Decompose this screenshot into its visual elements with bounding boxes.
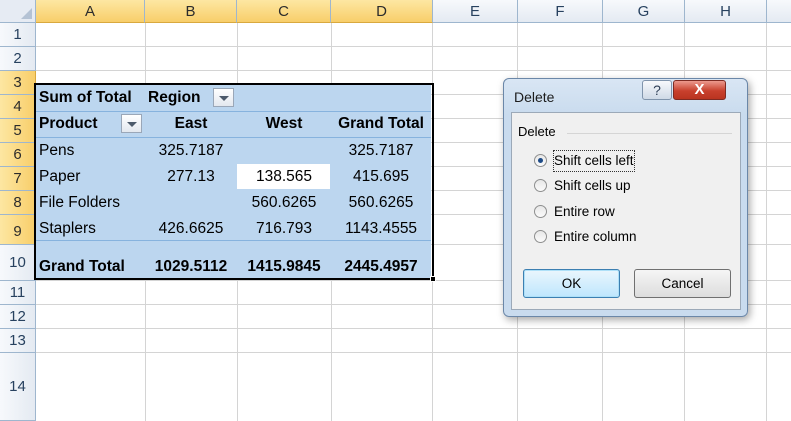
gridline <box>36 70 791 71</box>
pivot-cell-total[interactable]: 325.7187 <box>331 138 431 164</box>
close-button[interactable]: X <box>673 80 726 100</box>
pivot-cell-total[interactable]: 560.6265 <box>331 190 431 216</box>
row-header-2[interactable]: 2 <box>0 47 36 71</box>
radio-button[interactable] <box>534 230 547 243</box>
radio-label[interactable]: Shift cells up <box>554 176 631 196</box>
pivot-cell-west[interactable]: 560.6265 <box>237 190 331 216</box>
column-header-g[interactable]: G <box>603 0 685 23</box>
radio-button[interactable] <box>534 179 547 192</box>
gridline <box>36 328 791 329</box>
cancel-button[interactable]: Cancel <box>634 269 731 298</box>
row-header-14[interactable]: 14 <box>0 353 36 421</box>
row-header-12[interactable]: 12 <box>0 305 36 329</box>
gridline <box>36 352 791 353</box>
pivot-cell-east[interactable]: 426.6625 <box>145 216 237 242</box>
radio-button[interactable] <box>534 154 547 167</box>
pivot-grand-total-label[interactable]: Grand Total <box>39 254 125 280</box>
pivot-row-label[interactable]: Staplers <box>39 216 96 242</box>
dialog-body: Delete Shift cells left Shift cells up E… <box>511 112 741 310</box>
fill-handle[interactable] <box>430 276 436 282</box>
gridline <box>432 23 433 421</box>
row-header-13[interactable]: 13 <box>0 329 36 353</box>
pivot-cell-east[interactable]: 325.7187 <box>145 138 237 164</box>
pivot-row-field[interactable]: Product <box>39 111 98 137</box>
row-header-11[interactable]: 11 <box>0 281 36 305</box>
radio-label[interactable]: Entire row <box>554 202 615 222</box>
pivot-cell-east[interactable]: 277.13 <box>145 164 237 190</box>
delete-group-label: Delete <box>518 124 556 139</box>
row-header-7[interactable]: 7 <box>0 167 36 191</box>
pivot-grand-total-west[interactable]: 1415.9845 <box>237 254 331 280</box>
row-header-9[interactable]: 9 <box>0 215 36 245</box>
column-header-h[interactable]: H <box>685 0 767 23</box>
product-filter-dropdown[interactable] <box>121 114 142 133</box>
row-header-5[interactable]: 5 <box>0 119 36 143</box>
group-divider <box>567 133 732 134</box>
pivot-cell-east[interactable] <box>145 190 237 216</box>
pivot-col-header-west[interactable]: West <box>237 111 331 137</box>
delete-dialog: Delete ? X Delete Shift cells left Shift… <box>503 78 748 317</box>
ok-button[interactable]: OK <box>523 269 620 298</box>
radio-button[interactable] <box>534 205 547 218</box>
row-header-6[interactable]: 6 <box>0 143 36 167</box>
pivot-row-label[interactable]: Pens <box>39 138 74 164</box>
row-header-10[interactable]: 10 <box>0 245 36 281</box>
column-header-b[interactable]: B <box>145 0 237 23</box>
radio-label[interactable]: Entire column <box>554 227 637 247</box>
pivot-cell-total[interactable]: 1143.4555 <box>331 216 431 242</box>
pivot-grand-total-total[interactable]: 2445.4957 <box>331 254 431 280</box>
pivot-cell-total[interactable]: 415.695 <box>331 164 431 190</box>
column-header-blank <box>767 0 791 23</box>
radio-label[interactable]: Shift cells left <box>553 150 635 172</box>
row-header-4[interactable]: 4 <box>0 95 36 119</box>
select-all-corner[interactable] <box>0 0 36 23</box>
column-header-f[interactable]: F <box>518 0 603 23</box>
pivot-cell-west[interactable] <box>237 138 331 164</box>
column-header-d[interactable]: D <box>331 0 433 23</box>
pivot-row-label[interactable]: File Folders <box>39 190 120 216</box>
pivot-grand-total-east[interactable]: 1029.5112 <box>145 254 237 280</box>
row-header-8[interactable]: 8 <box>0 191 36 215</box>
row-header-3[interactable]: 3 <box>0 71 36 95</box>
dialog-title: Delete <box>514 89 555 105</box>
gridline <box>766 23 767 421</box>
column-header-e[interactable]: E <box>433 0 518 23</box>
pivot-cell-west[interactable]: 138.565 <box>237 164 331 190</box>
pivot-cell-west[interactable]: 716.793 <box>237 216 331 242</box>
row-header-1[interactable]: 1 <box>0 23 36 47</box>
pivot-col-header-east[interactable]: East <box>145 111 237 137</box>
column-header-a[interactable]: A <box>36 0 145 23</box>
help-button[interactable]: ? <box>642 80 672 100</box>
region-filter-dropdown[interactable] <box>213 88 234 107</box>
pivot-values-label[interactable]: Sum of Total <box>39 85 132 111</box>
gridline <box>36 46 791 47</box>
pivot-col-header-grand-total[interactable]: Grand Total <box>331 111 431 137</box>
pivot-column-field[interactable]: Region <box>148 85 201 111</box>
pivot-row-label[interactable]: Paper <box>39 164 80 190</box>
column-header-c[interactable]: C <box>237 0 331 23</box>
